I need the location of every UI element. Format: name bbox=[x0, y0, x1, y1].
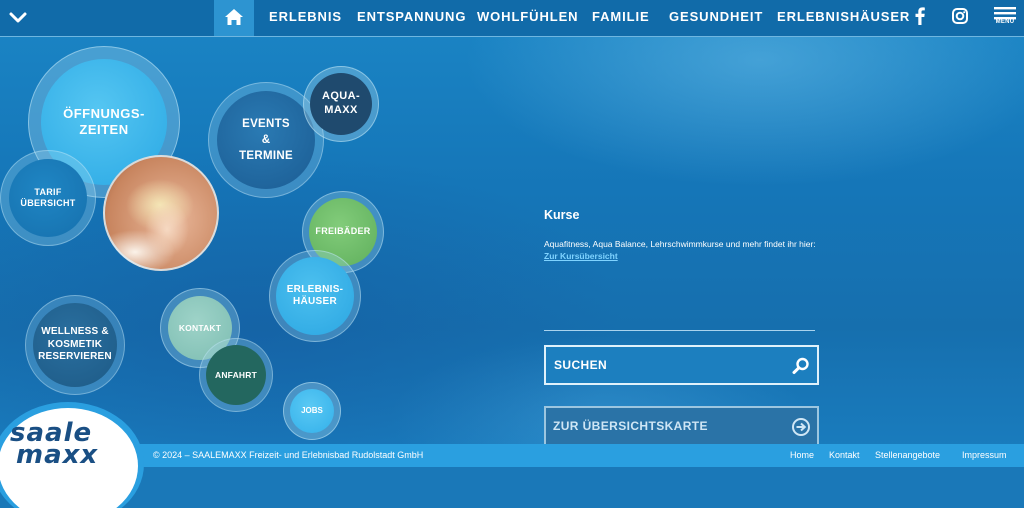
search-icon[interactable] bbox=[791, 356, 811, 376]
search-box[interactable]: SUCHEN bbox=[544, 345, 819, 385]
kurse-heading: Kurse bbox=[544, 208, 580, 222]
hamburger-icon bbox=[994, 7, 1016, 20]
facebook-icon bbox=[915, 7, 925, 26]
logo-wordmark-line2: maxx bbox=[16, 440, 99, 470]
saalemaxx-logo[interactable]: saale maxx bbox=[0, 398, 156, 508]
chevron-down-icon bbox=[9, 12, 27, 23]
kurse-description: Aquafitness, Aqua Balance, Lehrschwimmku… bbox=[544, 238, 816, 263]
bubble-jobs[interactable]: JOBS bbox=[283, 382, 341, 440]
footer-link-kontakt[interactable]: Kontakt bbox=[829, 450, 860, 460]
bubble-label: ERLEBNIS- bbox=[286, 283, 344, 295]
bubble-label: HÄUSER bbox=[292, 296, 338, 307]
kurse-text: Aquafitness, Aqua Balance, Lehrschwimmku… bbox=[544, 239, 816, 249]
bubble-label: MAXX bbox=[324, 104, 358, 116]
nav-item-gesundheit[interactable]: GESUNDHEIT bbox=[669, 9, 763, 24]
facebook-link[interactable] bbox=[912, 5, 928, 32]
bubble-label: ZEITEN bbox=[79, 122, 129, 137]
nav-item-wohlfuehlen[interactable]: WOHLFÜHLEN bbox=[477, 9, 578, 24]
kursuebersicht-link[interactable]: Zur Kursübersicht bbox=[544, 251, 618, 261]
bubble-label: WELLNESS & bbox=[41, 326, 109, 338]
menu-label: MENÜ bbox=[995, 19, 1015, 25]
bubble-label: AQUA- bbox=[321, 90, 361, 103]
footer-link-stellenangebote[interactable]: Stellenangebote bbox=[875, 450, 940, 460]
wellness-photo[interactable] bbox=[103, 155, 219, 271]
nav-item-erlebnis[interactable]: ERLEBNIS bbox=[269, 9, 342, 24]
bubble-label: KOSMETIK bbox=[47, 338, 103, 350]
home-button[interactable] bbox=[214, 0, 254, 36]
collapse-toggle-button[interactable] bbox=[0, 0, 36, 36]
bubble-label: TARIF bbox=[34, 186, 62, 197]
top-navigation: ERLEBNIS ENTSPANNUNG WOHLFÜHLEN FAMILIE … bbox=[0, 0, 1024, 37]
footer-link-home[interactable]: Home bbox=[790, 450, 814, 460]
nav-item-erlebnishaeuser[interactable]: ERLEBNISHÄUSER bbox=[777, 9, 910, 24]
overview-map-button[interactable]: ZUR ÜBERSICHTSKARTE bbox=[544, 406, 819, 446]
bubble-label: & bbox=[261, 133, 271, 146]
bubble-label: ÖFFNUNGS- bbox=[63, 105, 145, 121]
divider bbox=[544, 330, 815, 331]
copyright-text: © 2024 – SAALEMAXX Freizeit- und Erlebni… bbox=[153, 450, 424, 460]
bubble-label: ÜBERSICHT bbox=[20, 198, 76, 208]
bubble-tarif-uebersicht[interactable]: TARIF ÜBERSICHT bbox=[0, 150, 96, 246]
arrow-right-circle-icon bbox=[792, 418, 810, 436]
map-button-label: ZUR ÜBERSICHTSKARTE bbox=[553, 419, 708, 433]
bubble-wellness-kosmetik[interactable]: WELLNESS & KOSMETIK RESERVIEREN bbox=[25, 295, 125, 395]
instagram-link[interactable] bbox=[950, 5, 970, 32]
home-icon bbox=[225, 9, 243, 25]
search-label: SUCHEN bbox=[554, 358, 608, 372]
bubble-aquamaxx[interactable]: AQUA- MAXX bbox=[303, 66, 379, 142]
bubble-label: KONTAKT bbox=[178, 322, 222, 333]
bubble-label: EVENTS bbox=[242, 117, 290, 130]
bubble-label: ANFAHRT bbox=[214, 369, 257, 380]
bubble-label: JOBS bbox=[301, 406, 323, 415]
bubble-label: TERMINE bbox=[239, 150, 293, 163]
nav-item-familie[interactable]: FAMILIE bbox=[592, 9, 650, 24]
nav-item-entspannung[interactable]: ENTSPANNUNG bbox=[357, 9, 466, 24]
footer-link-impressum[interactable]: Impressum bbox=[962, 450, 1007, 460]
bubble-erlebnishaeuser[interactable]: ERLEBNIS- HÄUSER bbox=[269, 250, 361, 342]
bubble-label: RESERVIEREN bbox=[38, 351, 112, 363]
bubble-anfahrt[interactable]: ANFAHRT bbox=[199, 338, 273, 412]
instagram-icon bbox=[952, 8, 968, 24]
bubble-label: FREIBÄDER bbox=[315, 226, 371, 237]
